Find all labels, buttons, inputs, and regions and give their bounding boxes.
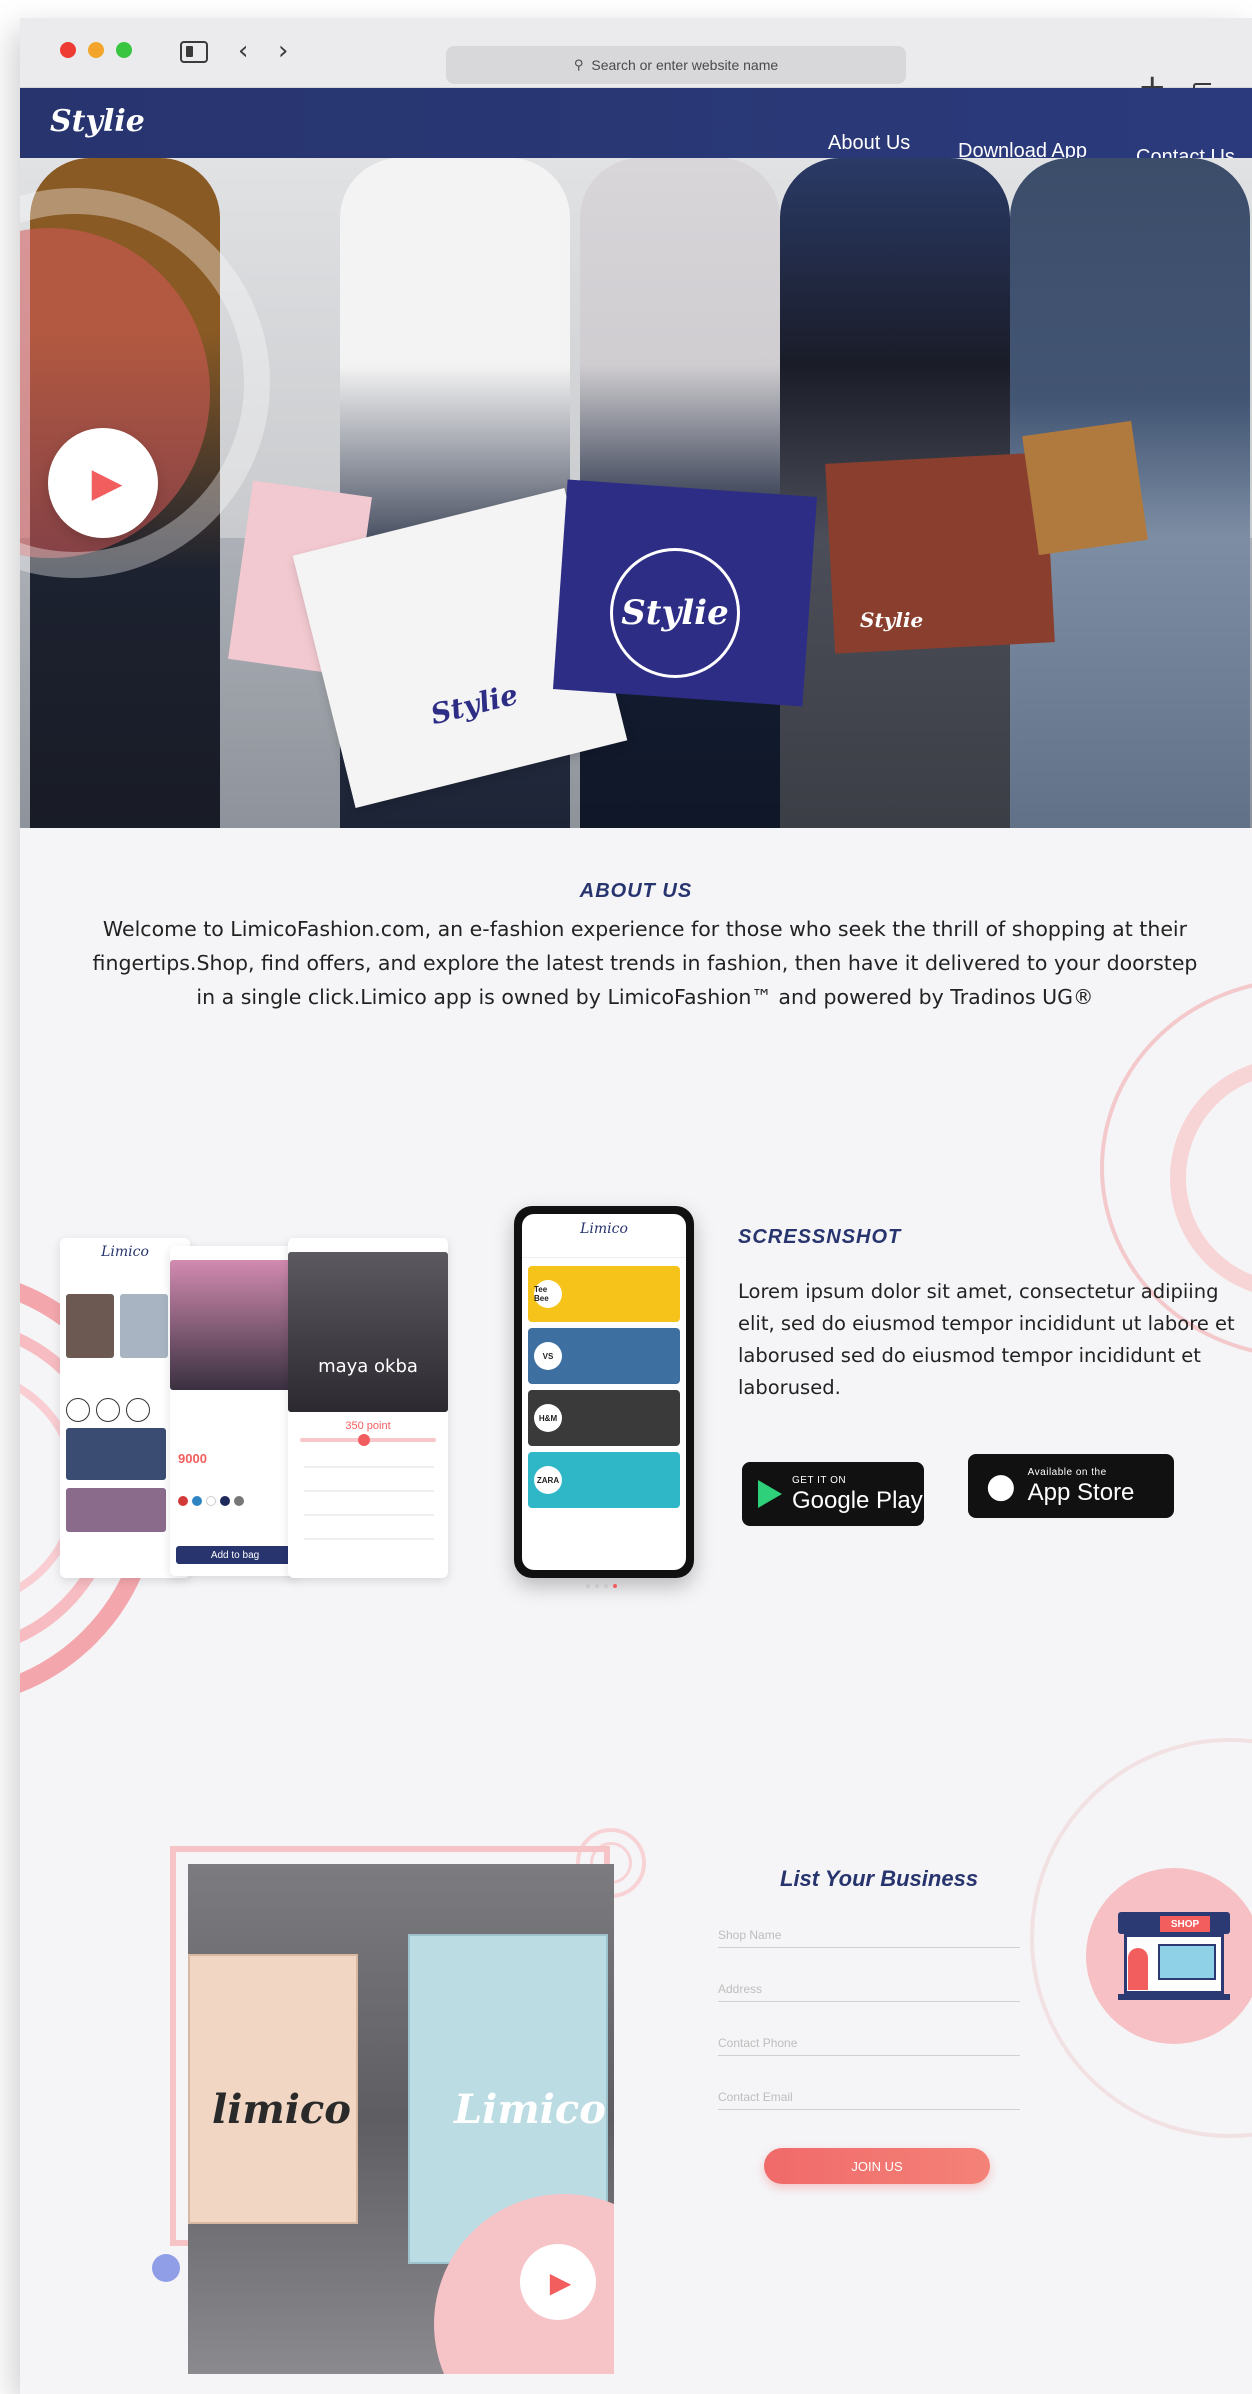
add-to-bag-button[interactable]: Add to bag [176, 1546, 294, 1564]
address-bar-placeholder: Search or enter website name [591, 57, 779, 73]
carousel-dot[interactable] [604, 1584, 608, 1588]
brand-icon [66, 1398, 90, 1422]
forward-arrow-icon[interactable]: › [278, 36, 288, 66]
product-price: 9000 [178, 1451, 207, 1466]
shoulder-bag [1022, 420, 1148, 556]
browser-window: ‹ › ⚲ Search or enter website name + Sty… [20, 18, 1252, 2394]
color-swatch[interactable] [220, 1496, 230, 1506]
carousel-dot-active[interactable] [613, 1584, 617, 1588]
bag-brand-text: Limico [454, 2086, 606, 2133]
business-photo: limico Limico ▶ [188, 1864, 614, 2374]
minimize-window-button[interactable] [88, 42, 104, 58]
contact-phone-field[interactable] [718, 2030, 1020, 2056]
hero-play-button[interactable]: ▶ [48, 428, 158, 538]
about-us-text: Welcome to LimicoFashion.com, an e-fashi… [92, 917, 1198, 1009]
brand-icon [126, 1398, 150, 1422]
app-store-caption: Available on the [1027, 1466, 1107, 1478]
menu-divider [304, 1490, 434, 1492]
nav-link-about-us[interactable]: About Us [828, 132, 910, 155]
carousel-dot[interactable] [586, 1584, 590, 1588]
bag-logo: Stylie [610, 548, 740, 678]
phone-screen: Limico Tee Bee VS H&M ZARA [522, 1214, 686, 1570]
profile-name: maya okba [318, 1356, 418, 1377]
app-screen-profile: maya okba 350 point [288, 1238, 448, 1578]
app-store-label: App Store [1027, 1478, 1135, 1506]
brand-logo: Tee Bee [534, 1280, 562, 1308]
shop-icon: SHOP [1118, 1912, 1230, 2002]
menu-divider [304, 1538, 434, 1540]
apple-icon: ● [986, 1466, 1016, 1506]
app-screen-product: 9000 Add to bag [170, 1246, 300, 1576]
brand-card[interactable]: H&M [528, 1390, 680, 1446]
brand-logo: VS [534, 1342, 562, 1370]
address-field[interactable] [718, 1976, 1020, 2002]
collection-thumbnail [66, 1488, 166, 1532]
google-play-icon [758, 1480, 782, 1508]
list-business-heading: List Your Business [780, 1866, 979, 1891]
zoom-window-button[interactable] [116, 42, 132, 58]
play-icon: ▶ [91, 460, 123, 506]
store-thumbnail [66, 1294, 114, 1358]
shop-base [1118, 1994, 1230, 2000]
profile-cover [288, 1252, 448, 1412]
sidebar-toggle-icon[interactable] [180, 41, 208, 63]
screenshot-text: Lorem ipsum dolor sit amet, consectetur … [738, 1280, 1235, 1399]
menu-divider [304, 1514, 434, 1516]
google-play-caption: GET IT ON [792, 1474, 847, 1486]
brand-logo: H&M [534, 1404, 562, 1432]
hero-banner: Stylie Stylie Stylie ▶ [20, 158, 1252, 828]
decorative-dot [152, 2254, 180, 2282]
browser-toolbar: ‹ › ⚲ Search or enter website name [20, 18, 1252, 88]
brand-logo: ZARA [534, 1466, 562, 1494]
google-play-label: Google Play [792, 1486, 923, 1514]
product-photo [170, 1260, 300, 1390]
bag-logo-text: Stylie [621, 593, 729, 633]
phone-tab-bar [522, 1244, 686, 1258]
back-arrow-icon[interactable]: ‹ [238, 36, 248, 66]
shop-window [1158, 1944, 1216, 1980]
store-thumbnail [120, 1294, 168, 1358]
play-icon: ▶ [549, 2265, 572, 2299]
brand-icon [96, 1398, 120, 1422]
address-bar[interactable]: ⚲ Search or enter website name [446, 46, 906, 84]
join-us-button[interactable]: JOIN US [764, 2148, 990, 2184]
shop-sign: SHOP [1160, 1916, 1210, 1932]
points-slider[interactable] [300, 1434, 436, 1446]
brand-card[interactable]: Tee Bee [528, 1266, 680, 1322]
color-swatch[interactable] [206, 1496, 216, 1506]
search-icon: ⚲ [573, 57, 584, 73]
close-window-button[interactable] [60, 42, 76, 58]
color-swatch[interactable] [178, 1496, 188, 1506]
business-play-button[interactable]: ▶ [520, 2244, 596, 2320]
brand-card[interactable]: VS [528, 1328, 680, 1384]
carousel-dots [586, 1584, 617, 1588]
color-swatch[interactable] [192, 1496, 202, 1506]
contact-email-field[interactable] [718, 2084, 1020, 2110]
phone-mockup: Limico Tee Bee VS H&M ZARA [514, 1206, 694, 1578]
profile-points: 350 point [345, 1420, 391, 1432]
bag-logo: Stylie [860, 608, 924, 632]
bag-brand-text: limico [212, 2086, 351, 2133]
app-logo: Limico [580, 1221, 628, 1237]
screenshot-heading: SCRESSNSHOT [738, 1226, 902, 1248]
about-us-heading: ABOUT US [579, 880, 693, 902]
shop-door [1128, 1948, 1148, 1990]
app-store-button[interactable]: ● Available on the App Store [968, 1454, 1174, 1518]
google-play-button[interactable]: GET IT ON Google Play [742, 1462, 924, 1526]
carousel-dot[interactable] [595, 1584, 599, 1588]
color-swatch[interactable] [234, 1496, 244, 1506]
brand-card[interactable]: ZARA [528, 1452, 680, 1508]
collection-thumbnail [66, 1428, 166, 1480]
menu-divider [304, 1466, 434, 1468]
site-logo[interactable]: Stylie [50, 104, 145, 139]
shop-name-field[interactable] [718, 1922, 1020, 1948]
shopping-bag: limico [188, 1954, 358, 2224]
